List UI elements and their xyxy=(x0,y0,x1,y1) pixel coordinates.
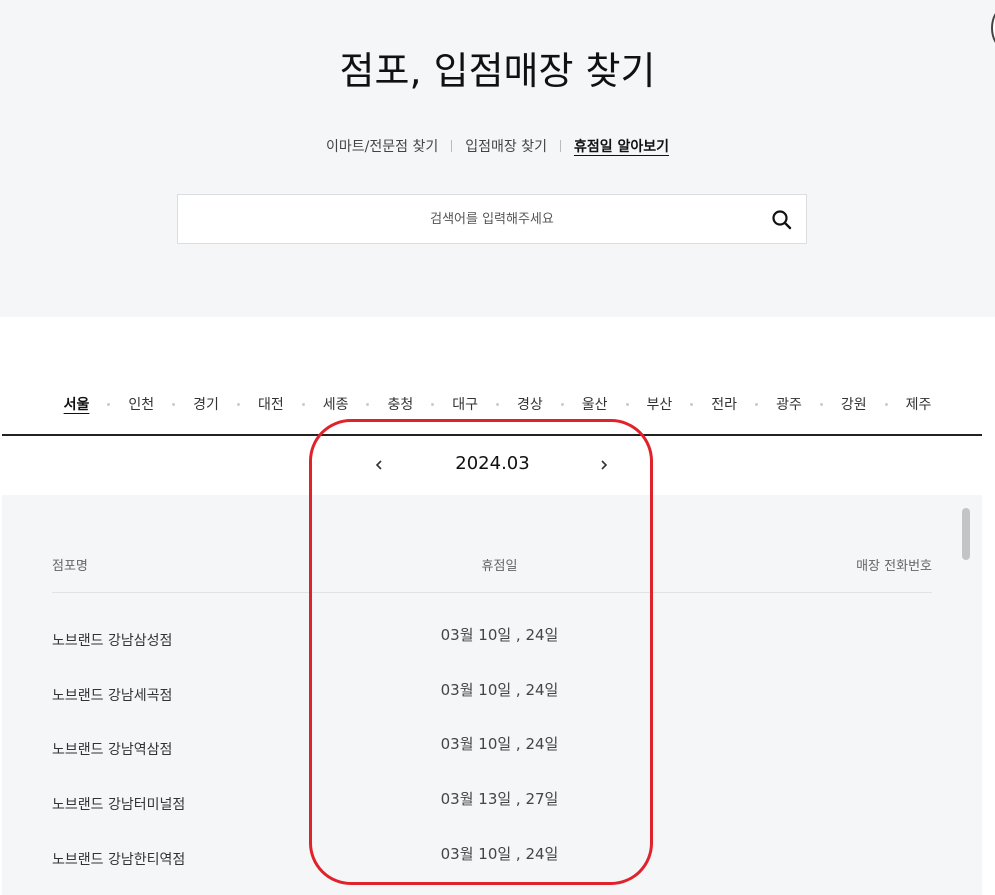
table-row[interactable]: 노브랜드 강남세곡점 03월 10일 , 24일 xyxy=(52,679,932,709)
region-seoul[interactable]: 서울 xyxy=(64,394,90,414)
section-divider xyxy=(2,434,982,436)
table-row[interactable]: 노브랜드 강남한티역점 03월 10일 , 24일 xyxy=(52,843,932,873)
region-separator xyxy=(755,402,759,406)
search-bar xyxy=(177,194,807,244)
region-separator xyxy=(496,402,499,406)
region-separator xyxy=(366,402,370,406)
region-sejong[interactable]: 세종 xyxy=(323,394,349,414)
tab-tenant-search[interactable]: 입점매장 찾기 xyxy=(452,136,560,156)
region-separator xyxy=(236,402,240,406)
current-month: 2024.03 xyxy=(455,453,530,474)
region-tabs: 서울 인천 경기 대전 세종 충청 대구 경상 울산 부산 전라 광주 강원 제… xyxy=(0,394,995,414)
table-row[interactable]: 노브랜드 강남삼성점 03월 10일 , 24일 xyxy=(52,624,932,654)
region-gyeonggi[interactable]: 경기 xyxy=(193,394,219,414)
holiday-dates: 03월 13일 , 27일 xyxy=(440,790,559,808)
chevron-right-icon[interactable] xyxy=(593,452,615,478)
region-busan[interactable]: 부산 xyxy=(647,394,673,414)
column-holiday: 휴점일 xyxy=(481,559,518,574)
region-daejeon[interactable]: 대전 xyxy=(258,394,284,414)
table-row[interactable]: 노브랜드 강남터미널점 03월 13일 , 27일 xyxy=(52,788,932,818)
region-separator xyxy=(690,402,694,406)
region-separator xyxy=(625,402,629,406)
region-separator xyxy=(301,402,305,406)
tab-holiday-info[interactable]: 휴점일 알아보기 xyxy=(561,136,682,156)
region-separator xyxy=(560,402,564,406)
holiday-dates: 03월 10일 , 24일 xyxy=(440,626,559,644)
search-icon[interactable] xyxy=(770,208,794,232)
region-separator xyxy=(172,402,176,406)
region-daegu[interactable]: 대구 xyxy=(452,394,478,414)
region-gwangju[interactable]: 광주 xyxy=(776,394,802,414)
region-separator xyxy=(107,402,111,406)
holiday-dates: 03월 10일 , 24일 xyxy=(440,681,559,699)
sub-navigation: 이마트/전문점 찾기 입점매장 찾기 휴점일 알아보기 xyxy=(0,136,995,156)
region-incheon[interactable]: 인천 xyxy=(128,394,154,414)
page-title: 점포, 입점매장 찾기 xyxy=(339,49,656,93)
scrollbar[interactable] xyxy=(962,508,970,560)
region-gyeongsang[interactable]: 경상 xyxy=(517,394,543,414)
tab-store-search[interactable]: 이마트/전문점 찾기 xyxy=(313,136,451,156)
search-input[interactable] xyxy=(178,195,806,243)
region-jeolla[interactable]: 전라 xyxy=(711,394,737,414)
holiday-dates: 03월 10일 , 24일 xyxy=(440,845,559,863)
region-gangwon[interactable]: 강원 xyxy=(841,394,867,414)
holiday-dates: 03월 10일 , 24일 xyxy=(440,735,559,753)
region-separator xyxy=(819,402,823,406)
table-header-divider xyxy=(52,592,932,593)
region-chungcheong[interactable]: 충청 xyxy=(387,394,413,414)
region-jeju[interactable]: 제주 xyxy=(906,394,932,414)
region-separator xyxy=(431,402,435,406)
column-phone: 매장 전화번호 xyxy=(856,559,932,574)
region-separator xyxy=(884,402,888,406)
month-navigator: 2024.03 xyxy=(0,450,995,480)
region-ulsan[interactable]: 울산 xyxy=(582,394,608,414)
table-row[interactable]: 노브랜드 강남역삼점 03월 10일 , 24일 xyxy=(52,733,932,763)
